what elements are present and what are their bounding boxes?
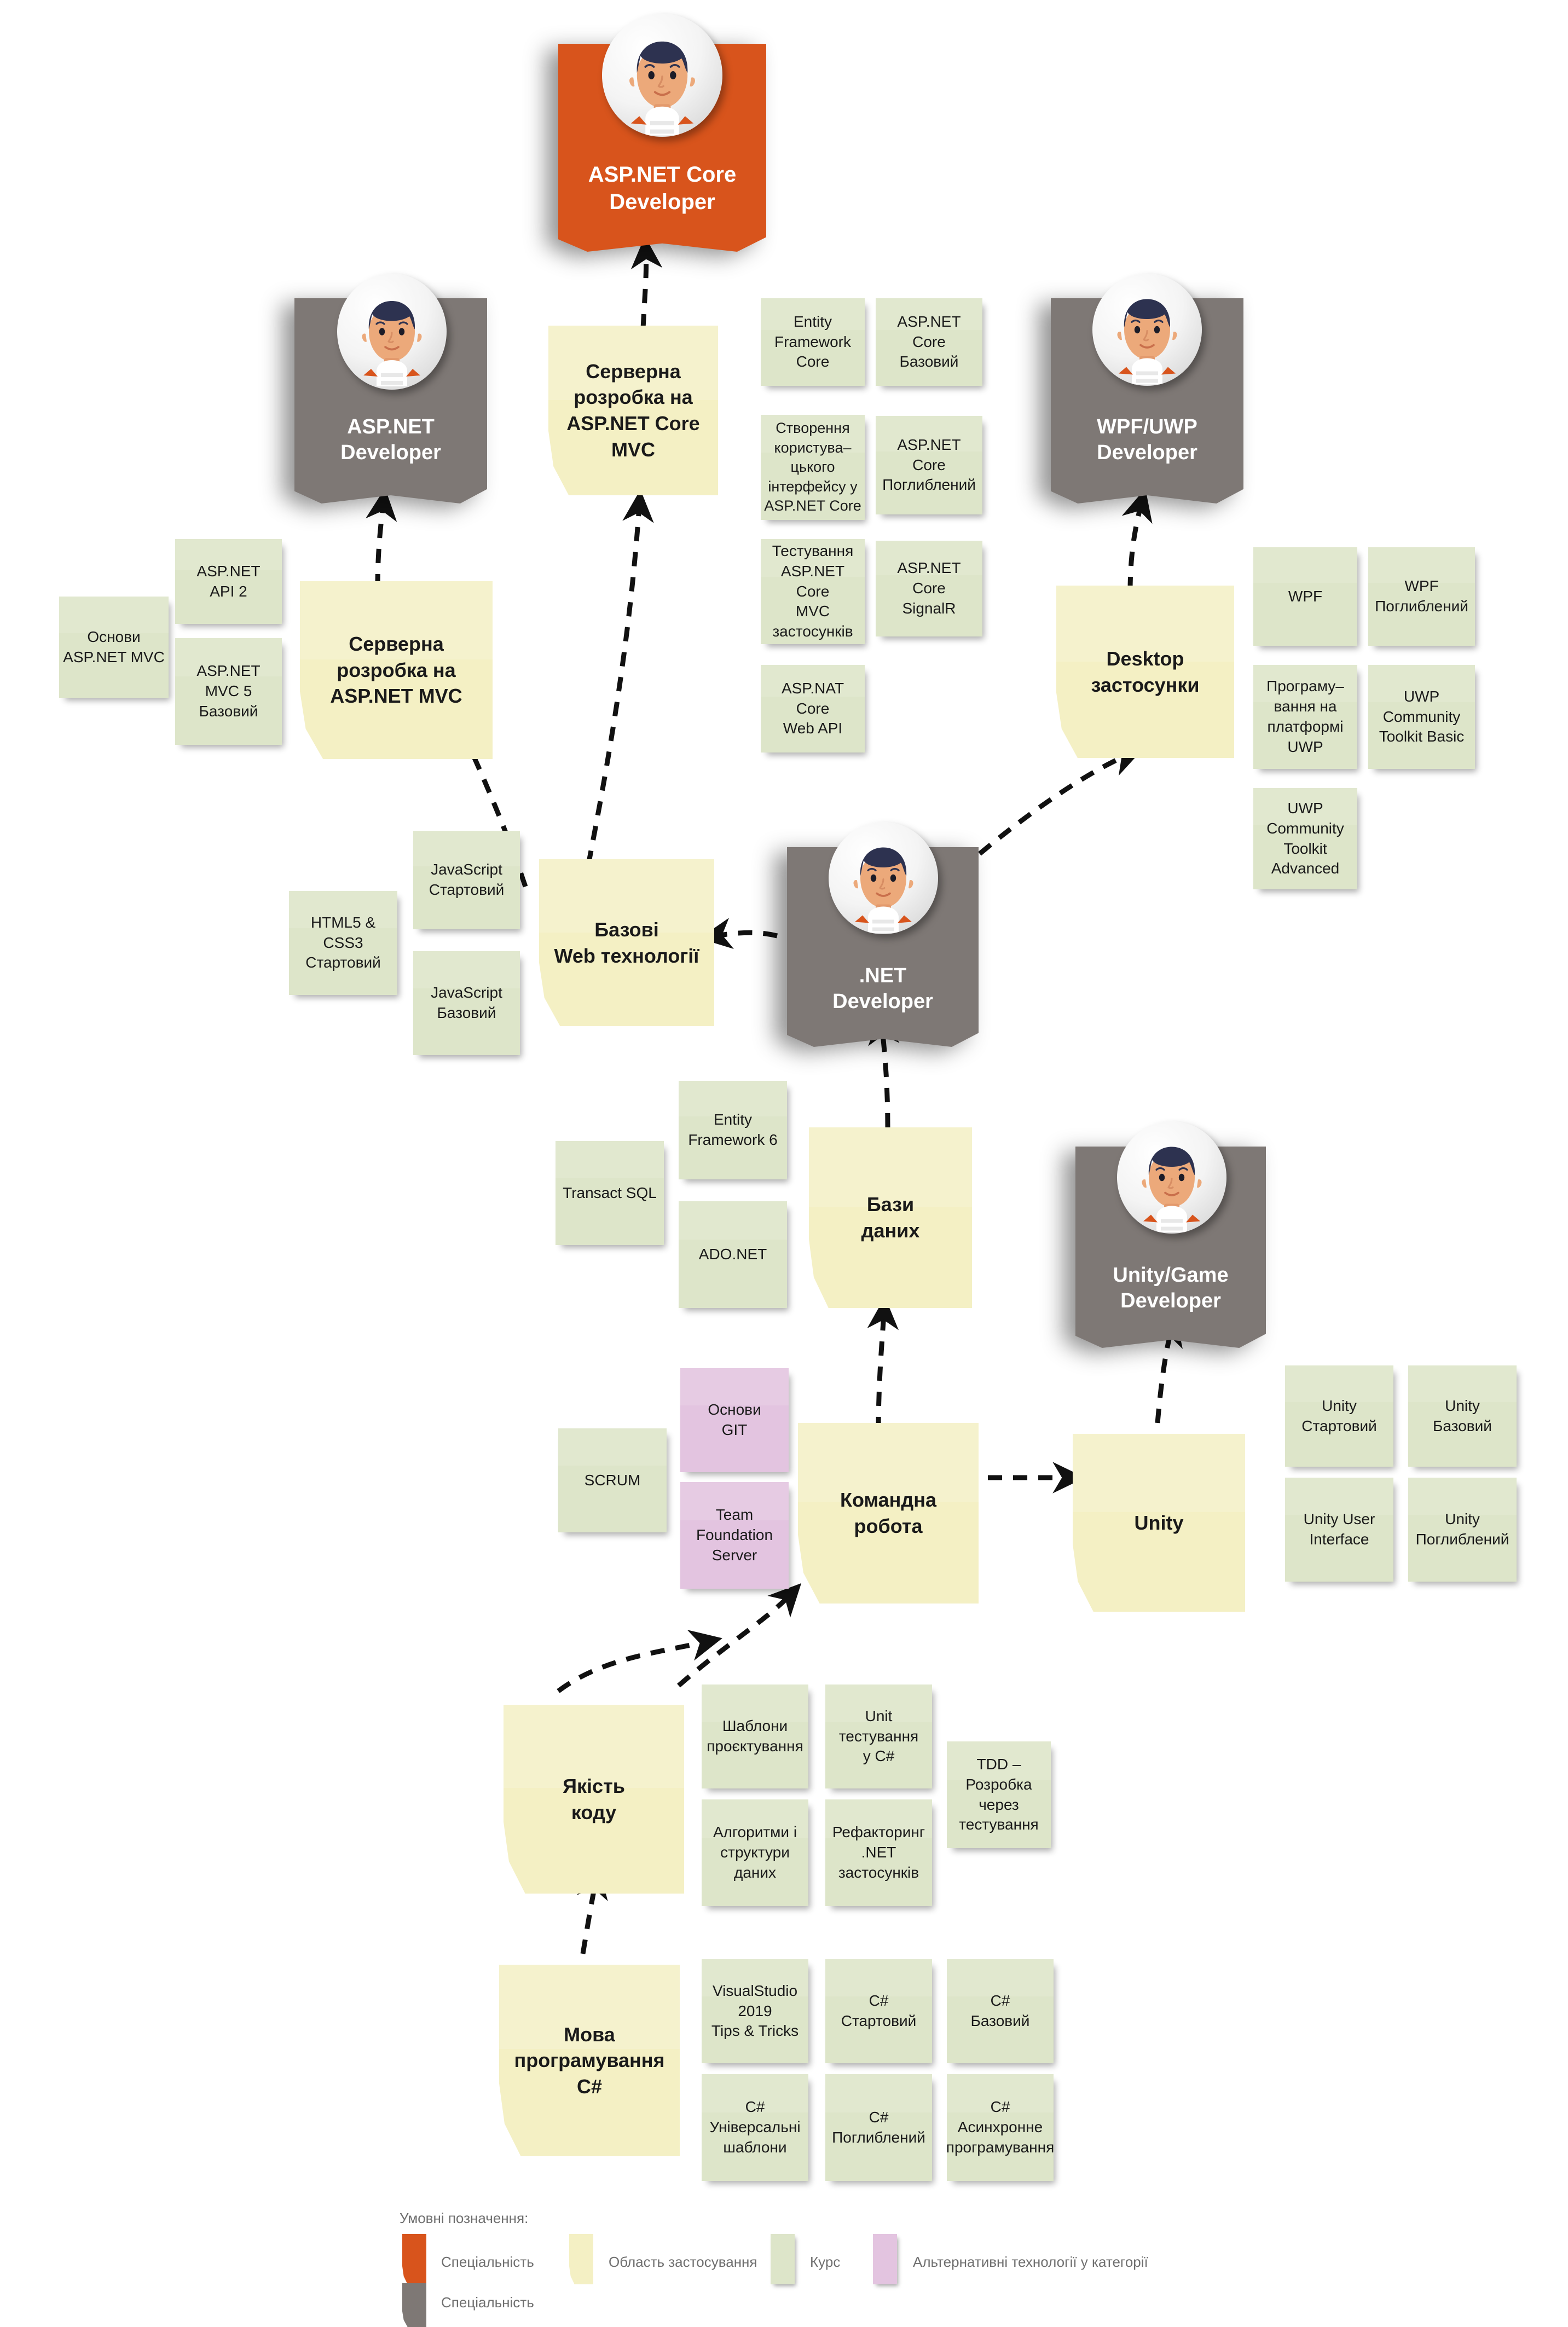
legend-label-course: Курс — [810, 2254, 841, 2270]
legend-label-area: Область застосування — [609, 2254, 757, 2270]
legend-label-specialty-gray: Спеціальність — [441, 2294, 534, 2311]
legend-label-specialty-orange: Спеціальність — [441, 2254, 534, 2270]
legend-swatch-specialty-gray — [402, 2283, 426, 2327]
legend-label-alternative: Альтернативні технології у категорії — [913, 2254, 1148, 2270]
legend-title: Умовні позначення: — [400, 2210, 529, 2226]
legend-swatch-alternative — [873, 2234, 897, 2284]
legend-swatch-course — [771, 2234, 795, 2284]
legend: Умовні позначення: Спеціальність Область… — [0, 0, 1568, 2327]
legend-swatch-area — [569, 2234, 593, 2284]
roadmap-canvas: ASP.NET Core Developer ASP.NET Developer… — [0, 0, 1568, 2327]
legend-swatch-specialty-orange — [402, 2234, 426, 2284]
